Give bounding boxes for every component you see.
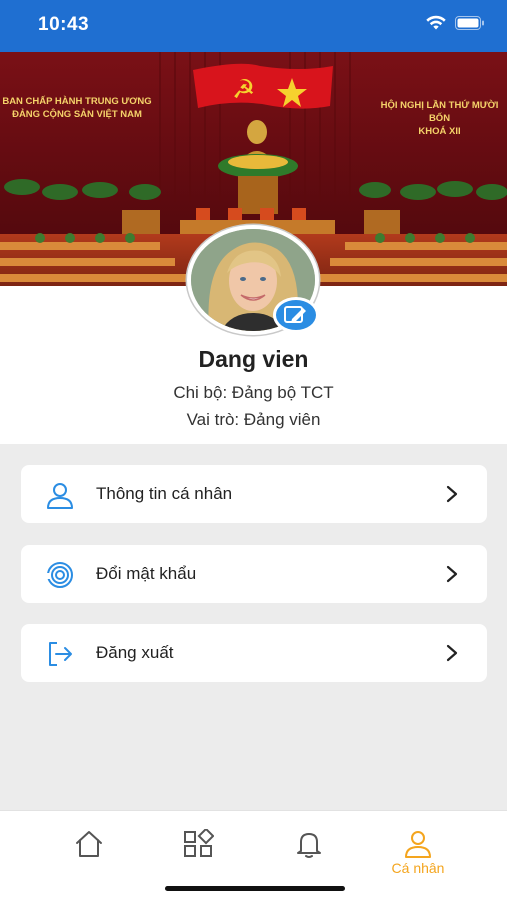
- menu-item-logout[interactable]: Đăng xuất: [21, 624, 487, 682]
- menu-label: Đổi mật khẩu: [96, 564, 197, 583]
- menu-item-personal-info[interactable]: Thông tin cá nhân: [21, 465, 487, 523]
- user-icon: [47, 483, 73, 509]
- profile-name: Dang vien: [198, 346, 309, 372]
- menu-item-change-password[interactable]: Đổi mật khẩu: [21, 545, 487, 603]
- status-time: 10:43: [38, 14, 90, 35]
- avatar-container[interactable]: [187, 225, 319, 335]
- edit-icon: [284, 306, 306, 323]
- svg-text:☭: ☭: [232, 75, 255, 105]
- chevron-right-icon: [446, 485, 458, 503]
- tab-profile[interactable]: Cá nhân: [383, 829, 453, 881]
- status-icons: [425, 15, 485, 31]
- tab-notifications[interactable]: [274, 829, 344, 881]
- banner-caption-right: HỘI NGHỊ LẦN THỨ MƯỜI BỐN KHOÁ XII: [380, 100, 499, 137]
- grid-icon: [184, 829, 214, 857]
- battery-icon: [455, 16, 484, 30]
- tab-profile-label: Cá nhân: [391, 860, 445, 876]
- tab-home[interactable]: [54, 829, 124, 881]
- profile-role: Vai trò: Đảng viên: [186, 410, 321, 429]
- chevron-right-icon: [446, 565, 458, 583]
- menu-label: Đăng xuất: [96, 643, 174, 662]
- status-bar: 10:43: [0, 0, 507, 52]
- menu-label: Thông tin cá nhân: [96, 484, 233, 503]
- tab-services[interactable]: [163, 829, 233, 881]
- chevron-right-icon: [446, 644, 458, 662]
- home-indicator: [165, 886, 345, 891]
- edit-avatar-button[interactable]: [273, 297, 319, 333]
- home-icon: [76, 831, 102, 857]
- profile-branch: Chi bộ: Đảng bộ TCT: [173, 383, 334, 402]
- wifi-icon: [426, 15, 446, 30]
- logout-icon: [49, 642, 72, 666]
- fingerprint-icon: [45, 562, 73, 588]
- banner-caption-left: BAN CHẤP HÀNH TRUNG ƯƠNG ĐẢNG CỘNG SẢN V…: [2, 96, 152, 120]
- bell-icon: [297, 833, 321, 858]
- user-icon: [405, 831, 431, 858]
